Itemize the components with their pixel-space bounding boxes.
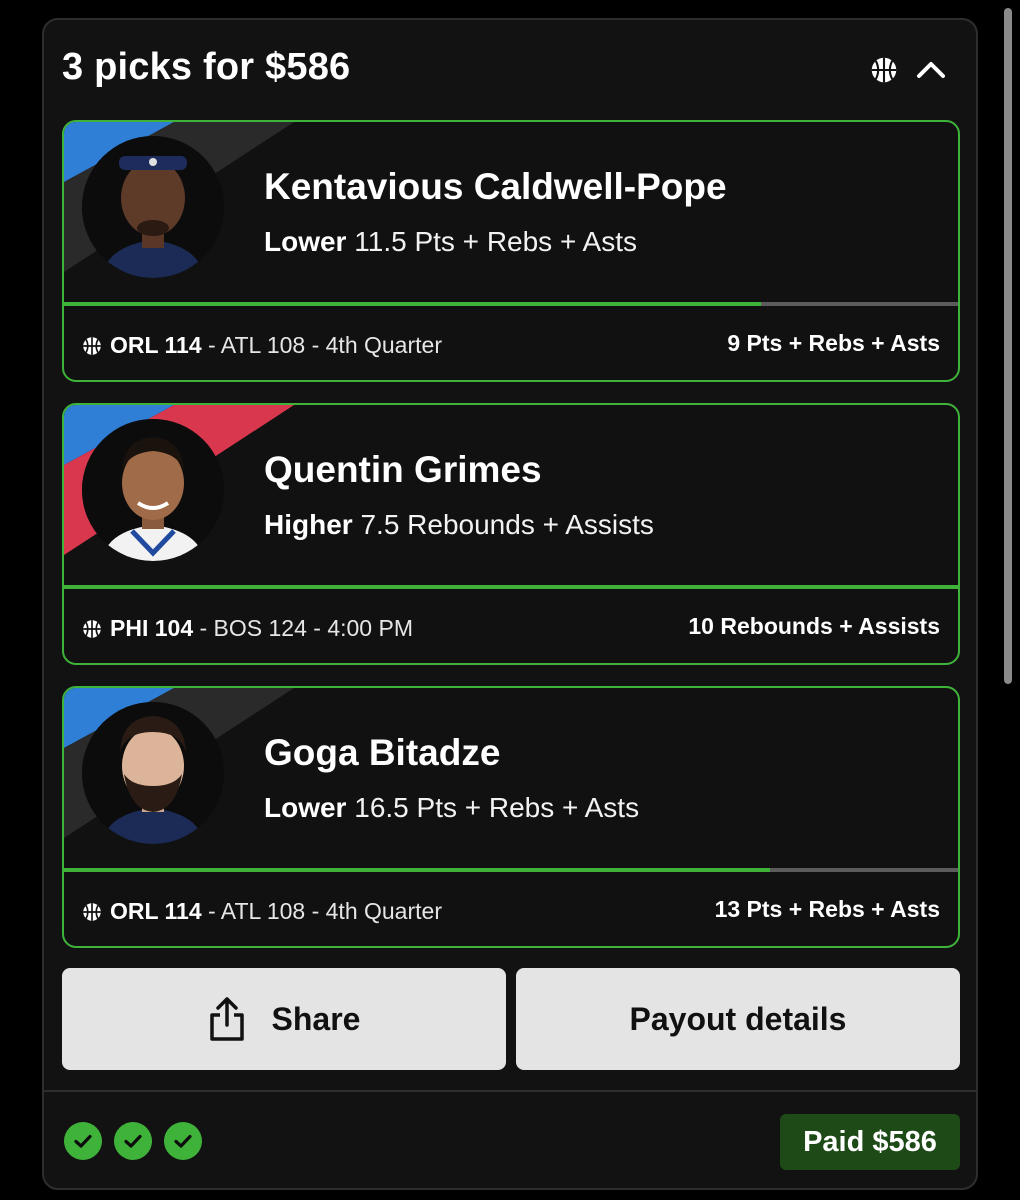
pick-stat-line: 7.5 Rebounds + Assists: [360, 509, 654, 540]
pick-line: Lower 11.5 Pts + Rebs + Asts: [264, 226, 637, 258]
player-name: Kentavious Caldwell-Pope: [264, 166, 727, 207]
paid-badge: Paid $586: [780, 1114, 960, 1170]
player-avatar: [82, 702, 224, 844]
game-info: ORL 114 - ATL 108 - 4th Quarter: [82, 332, 442, 359]
player-avatar: [82, 419, 224, 561]
payout-details-label: Payout details: [629, 1000, 847, 1037]
game-status: - ATL 108 - 4th Quarter: [201, 332, 442, 358]
basketball-icon: [83, 336, 101, 355]
check-icon: [64, 1122, 102, 1160]
basketball-icon: [83, 619, 101, 638]
check-icon: [164, 1122, 202, 1160]
pick-card[interactable]: Quentin Grimes Higher 7.5 Rebounds + Ass…: [62, 403, 960, 665]
game-status: - BOS 124 - 4:00 PM: [193, 615, 413, 641]
current-stat: 9 Pts + Rebs + Asts: [727, 330, 940, 356]
pick-card-header: Kentavious Caldwell-Pope Lower 11.5 Pts …: [64, 122, 958, 304]
pick-card-footer: ORL 114 - ATL 108 - 4th Quarter 13 Pts +…: [64, 872, 958, 946]
game-status: - ATL 108 - 4th Quarter: [201, 898, 442, 924]
share-button-label: Share: [271, 1000, 361, 1037]
payout-details-button[interactable]: Payout details: [516, 968, 960, 1070]
team-score: PHI 104: [110, 615, 194, 641]
pick-stat-line: 16.5 Pts + Rebs + Asts: [354, 792, 640, 823]
current-stat: 10 Rebounds + Assists: [688, 613, 940, 639]
entry-panel: 3 picks for $586 Kentavious Caldwell-Pop…: [42, 18, 978, 1190]
entry-title: 3 picks for $586: [62, 46, 351, 88]
pick-direction: Lower: [264, 226, 347, 257]
pick-card-header: Quentin Grimes Higher 7.5 Rebounds + Ass…: [64, 405, 958, 587]
pick-card[interactable]: Goga Bitadze Lower 16.5 Pts + Rebs + Ast…: [62, 686, 960, 948]
player-name: Goga Bitadze: [264, 732, 501, 773]
game-info: PHI 104 - BOS 124 - 4:00 PM: [82, 615, 413, 642]
pick-card-footer: PHI 104 - BOS 124 - 4:00 PM 10 Rebounds …: [64, 589, 958, 663]
check-icon: [114, 1122, 152, 1160]
chevron-up-icon[interactable]: [914, 54, 948, 84]
team-score: ORL 114: [110, 332, 202, 358]
pick-stat-line: 11.5 Pts + Rebs + Asts: [354, 226, 637, 257]
pick-direction: Lower: [264, 792, 347, 823]
pick-results: [64, 1122, 214, 1160]
pick-direction: Higher: [264, 509, 353, 540]
pick-line: Higher 7.5 Rebounds + Assists: [264, 509, 654, 541]
current-stat: 13 Pts + Rebs + Asts: [714, 896, 940, 922]
team-score: ORL 114: [110, 898, 202, 924]
entry-header: 3 picks for $586: [44, 20, 976, 120]
basketball-icon: [83, 902, 101, 921]
share-button[interactable]: Share: [62, 968, 506, 1070]
pick-card-footer: ORL 114 - ATL 108 - 4th Quarter 9 Pts + …: [64, 306, 958, 380]
footer-divider: [44, 1090, 976, 1092]
scrollbar[interactable]: [1004, 8, 1012, 684]
share-icon: [209, 997, 244, 1041]
player-name: Quentin Grimes: [264, 449, 542, 490]
pick-card-header: Goga Bitadze Lower 16.5 Pts + Rebs + Ast…: [64, 688, 958, 870]
game-info: ORL 114 - ATL 108 - 4th Quarter: [82, 898, 442, 925]
pick-card[interactable]: Kentavious Caldwell-Pope Lower 11.5 Pts …: [62, 120, 960, 382]
basketball-icon: [871, 57, 897, 83]
pick-line: Lower 16.5 Pts + Rebs + Asts: [264, 792, 639, 824]
player-avatar: [82, 136, 224, 278]
